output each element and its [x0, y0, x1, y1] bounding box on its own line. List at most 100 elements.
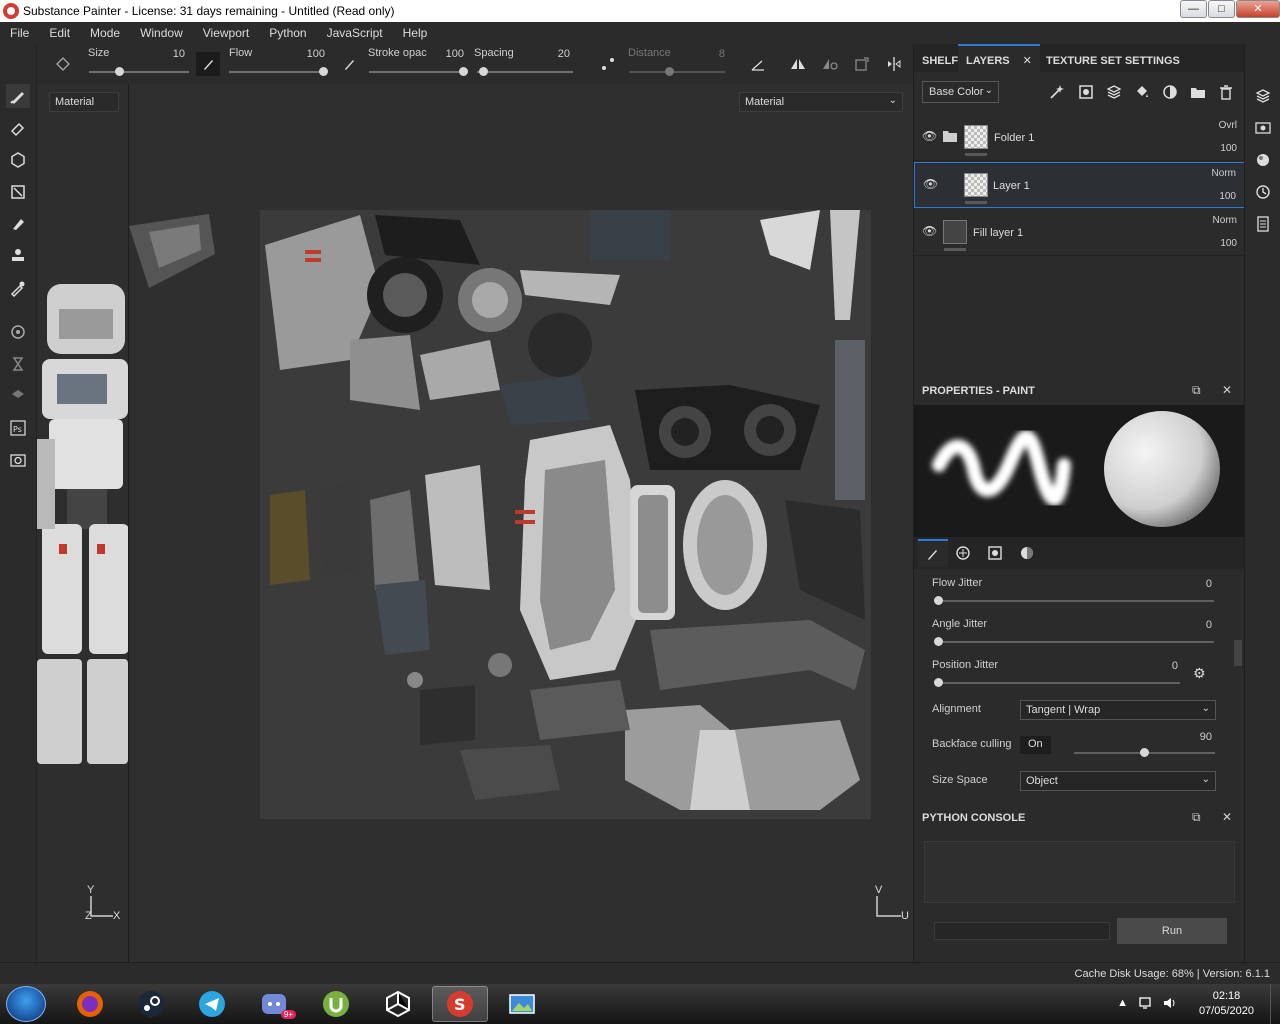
- distance-value[interactable]: 8: [695, 48, 725, 60]
- symmetry-icon[interactable]: [786, 52, 810, 76]
- steam-icon[interactable]: [123, 986, 179, 1022]
- volume-icon[interactable]: [1162, 996, 1176, 1013]
- layer-opacity[interactable]: 100: [1220, 143, 1237, 154]
- firefox-icon[interactable]: [62, 986, 118, 1022]
- python-console-input[interactable]: [934, 922, 1110, 940]
- viewport-2d[interactable]: Material ⌄ V U: [129, 84, 913, 962]
- backface-culling-slider[interactable]: [1074, 748, 1215, 757]
- utorrent-icon[interactable]: [308, 986, 364, 1022]
- stroke-opacity-value[interactable]: 100: [434, 48, 464, 60]
- add-folder-icon[interactable]: [1187, 81, 1209, 103]
- system-clock[interactable]: 02:18 07/05/2020: [1199, 989, 1254, 1019]
- menu-window[interactable]: Window: [130, 26, 193, 40]
- viewport-3d-mode-select[interactable]: Material: [49, 92, 119, 112]
- start-button[interactable]: [6, 986, 46, 1022]
- distance-slider-knob[interactable]: [665, 67, 674, 76]
- smudge-icon[interactable]: [6, 212, 30, 236]
- python-console-output[interactable]: [924, 841, 1235, 903]
- menu-help[interactable]: Help: [393, 26, 438, 40]
- layer-row-folder-1[interactable]: 👁 Folder 1 Ovrl 100: [914, 115, 1245, 161]
- backface-culling-toggle[interactable]: On: [1020, 736, 1051, 754]
- projection-icon[interactable]: [6, 148, 30, 172]
- shader-settings-icon[interactable]: [1253, 150, 1273, 170]
- eraser-icon[interactable]: [6, 116, 30, 140]
- delete-layer-icon[interactable]: [1215, 81, 1237, 103]
- flow-jitter-value[interactable]: 0: [1182, 578, 1212, 590]
- mirror-transform-icon[interactable]: [850, 52, 874, 76]
- layer-opacity[interactable]: 100: [1220, 238, 1237, 249]
- menu-viewport[interactable]: Viewport: [193, 26, 259, 40]
- menu-mode[interactable]: Mode: [80, 26, 130, 40]
- photo-viewer-icon[interactable]: [494, 986, 550, 1022]
- stencil-tab-icon[interactable]: [980, 539, 1010, 567]
- brush-tab-icon[interactable]: [918, 539, 948, 567]
- tab-layers[interactable]: LAYERS ✕: [958, 44, 1040, 72]
- brush-tip-icon[interactable]: [196, 52, 220, 76]
- size-value[interactable]: 10: [155, 48, 185, 60]
- flow-slider[interactable]: [229, 67, 328, 76]
- stroke-brush-icon[interactable]: [337, 52, 361, 76]
- flow-jitter-knob[interactable]: [934, 596, 943, 605]
- flow-jitter-slider[interactable]: [934, 596, 1214, 605]
- flow-value[interactable]: 100: [295, 48, 325, 60]
- clone-stamp-icon[interactable]: [6, 244, 30, 268]
- visibility-eye-icon[interactable]: 👁: [923, 177, 938, 191]
- substance-painter-taskbar-icon[interactable]: S: [432, 986, 488, 1022]
- viewport-2d-mode-select[interactable]: Material ⌄: [739, 92, 903, 112]
- show-desktop-button[interactable]: [1270, 984, 1280, 1024]
- add-mask-icon[interactable]: [1159, 81, 1181, 103]
- screenshot-icon[interactable]: [6, 448, 30, 472]
- layer-name[interactable]: Fill layer 1: [973, 227, 1023, 239]
- bake-icon[interactable]: [6, 320, 30, 344]
- spacing-value[interactable]: 20: [540, 48, 570, 60]
- polygon-fill-icon[interactable]: [6, 180, 30, 204]
- tab-shelf[interactable]: SHELF: [922, 44, 958, 72]
- iray-icon[interactable]: [6, 384, 30, 408]
- viewport-3d[interactable]: Material Y Z X: [37, 84, 128, 962]
- backface-culling-knob[interactable]: [1140, 748, 1149, 757]
- lazy-mouse-icon[interactable]: [596, 52, 620, 76]
- history-icon[interactable]: [1253, 182, 1273, 202]
- distance-slider[interactable]: [629, 67, 725, 76]
- menu-javascript[interactable]: JavaScript: [317, 26, 393, 40]
- close-panel-icon[interactable]: ✕: [1222, 383, 1232, 397]
- telegram-icon[interactable]: [184, 986, 240, 1022]
- undock-icon[interactable]: ⧉: [1192, 810, 1201, 825]
- tab-close-icon[interactable]: ✕: [1023, 55, 1032, 67]
- minimize-button[interactable]: —: [1180, 0, 1207, 18]
- uv-texture-sheet[interactable]: [260, 210, 871, 819]
- close-panel-icon[interactable]: ✕: [1222, 810, 1232, 824]
- size-space-select[interactable]: Object ⌄: [1020, 771, 1216, 791]
- stroke-opacity-slider-knob[interactable]: [459, 67, 468, 76]
- material-tab-icon[interactable]: [1012, 539, 1042, 567]
- size-slider[interactable]: [89, 67, 189, 76]
- close-button[interactable]: ✕: [1236, 0, 1280, 18]
- photoshop-icon[interactable]: Ps: [6, 416, 30, 440]
- unity-icon[interactable]: [370, 986, 426, 1022]
- spacing-slider[interactable]: [477, 67, 573, 76]
- magic-wand-icon[interactable]: [1046, 81, 1068, 103]
- flow-slider-knob[interactable]: [319, 67, 328, 76]
- add-layer-icon[interactable]: [1103, 81, 1125, 103]
- menu-python[interactable]: Python: [259, 26, 316, 40]
- layer-opacity[interactable]: 100: [1219, 191, 1236, 202]
- run-button[interactable]: Run: [1117, 918, 1227, 944]
- blend-mode-select[interactable]: Norm: [1212, 168, 1236, 179]
- layer-row-layer-1[interactable]: 👁 Layer 1 Norm 100: [914, 162, 1245, 208]
- position-jitter-slider[interactable]: [934, 678, 1180, 687]
- spacing-slider-knob[interactable]: [479, 67, 488, 76]
- blend-mode-select[interactable]: Norm: [1213, 215, 1237, 226]
- paint-brush-icon[interactable]: [6, 84, 30, 108]
- alpha-tab-icon[interactable]: [948, 539, 978, 567]
- add-generator-icon[interactable]: [1075, 81, 1097, 103]
- maximize-button[interactable]: □: [1208, 0, 1235, 18]
- layer-name[interactable]: Layer 1: [993, 180, 1030, 192]
- layer-row-fill-layer-1[interactable]: 👁 Fill layer 1 Norm 100: [914, 210, 1245, 256]
- backface-culling-value[interactable]: 90: [1182, 731, 1212, 743]
- show-hidden-icons-icon[interactable]: ▲: [1117, 997, 1128, 1009]
- layer-name[interactable]: Folder 1: [994, 132, 1034, 144]
- angle-jitter-value[interactable]: 0: [1182, 619, 1212, 631]
- symmetry-settings-icon[interactable]: [818, 52, 842, 76]
- alignment-angle-icon[interactable]: [746, 52, 770, 76]
- discord-icon[interactable]: 9+: [246, 986, 302, 1022]
